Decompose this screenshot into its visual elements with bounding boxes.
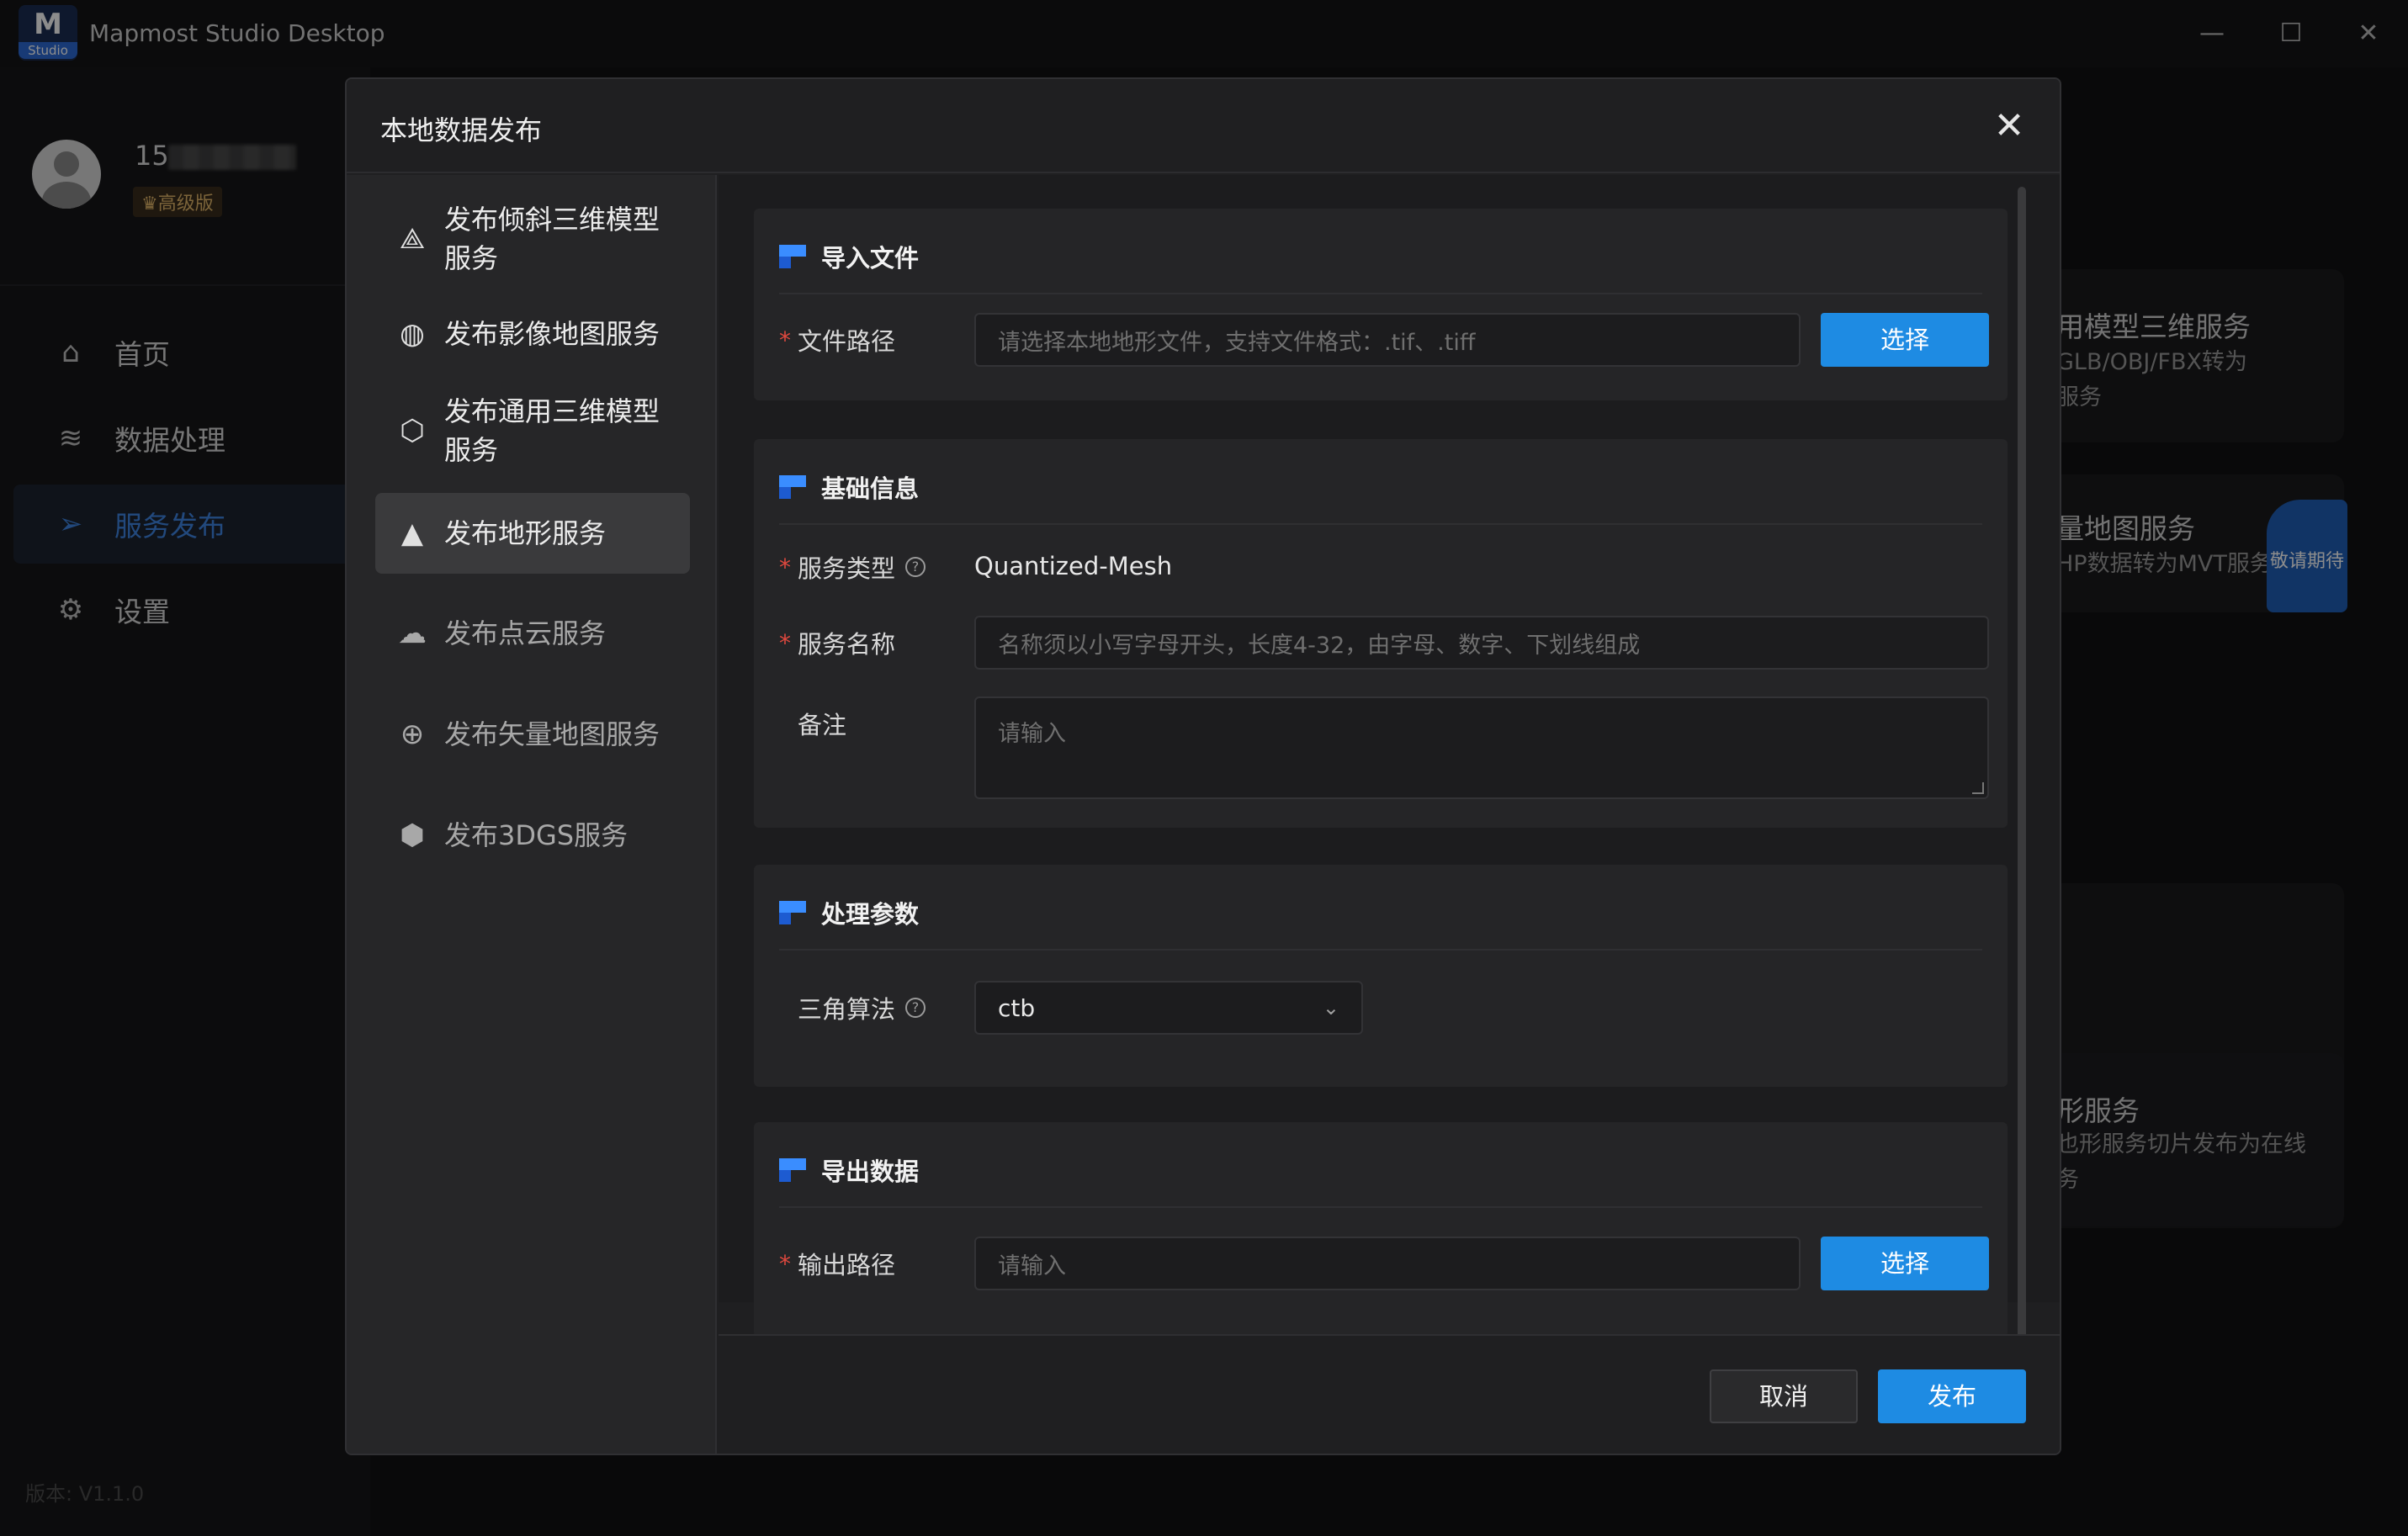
- field-label: 三角算法: [798, 995, 896, 1024]
- dialog-close-icon[interactable]: ✕: [1982, 99, 2036, 153]
- section-basic-info: 基础信息 * 服务类型 ? Quantized-Mesh * 服务名称 名称须以…: [754, 439, 2008, 828]
- section-divider: [779, 949, 1982, 951]
- service-type-list: ⟁ 发布倾斜三维模型服务 ◍ 发布影像地图服务 ⬡ 发布通用三维模型服务 ▲ 发…: [347, 175, 717, 1454]
- section-processing-params: 处理参数 三角算法 ? ctb ⌄: [754, 865, 2008, 1087]
- required-mark: *: [779, 628, 791, 657]
- cancel-button[interactable]: 取消: [1710, 1369, 1858, 1423]
- remark-textarea[interactable]: 请输入: [974, 696, 1989, 799]
- file-path-input[interactable]: 请选择本地地形文件，支持文件格式：.tif、.tiff: [974, 313, 1801, 367]
- section-import-file: 导入文件 * 文件路径 请选择本地地形文件，支持文件格式：.tif、.tiff …: [754, 209, 2008, 400]
- service-item-label: 发布影像地图服务: [444, 318, 660, 350]
- grid-globe-icon: ⊕: [400, 718, 425, 751]
- section-header: 导入文件: [779, 239, 919, 274]
- cube-icon: ⬡: [400, 414, 425, 448]
- section-header: 导出数据: [779, 1152, 919, 1188]
- service-name-input[interactable]: 名称须以小写字母开头，长度4-32，由字母、数字、下划线组成: [974, 616, 1989, 670]
- cloud-icon: ☁: [398, 617, 427, 650]
- field-label: 备注: [798, 711, 847, 739]
- globe-icon: ◍: [400, 317, 425, 351]
- chevron-down-icon: ⌄: [1322, 996, 1339, 1020]
- required-mark: *: [779, 326, 791, 354]
- service-item-label: 发布点云服务: [444, 617, 607, 649]
- output-path-input[interactable]: 请输入: [974, 1237, 1801, 1290]
- section-divider: [779, 293, 1982, 294]
- service-item-label: 发布3DGS服务: [444, 819, 629, 851]
- form-scrollbar[interactable]: [2018, 187, 2026, 1364]
- section-title: 导入文件: [821, 244, 920, 273]
- service-item-label: 发布通用三维模型服务: [444, 395, 660, 466]
- required-mark: *: [779, 553, 791, 581]
- service-item-point-cloud[interactable]: ☁ 发布点云服务: [375, 594, 690, 673]
- section-flag-icon: [779, 475, 806, 499]
- remark-placeholder: 请输入: [998, 721, 1066, 747]
- service-item-vector-map[interactable]: ⊕ 发布矢量地图服务: [375, 695, 690, 774]
- service-item-imagery-map[interactable]: ◍ 发布影像地图服务: [375, 294, 690, 373]
- help-icon[interactable]: ?: [905, 557, 926, 577]
- dialog-title: 本地数据发布: [380, 114, 543, 146]
- pyramid-icon: ⟁: [399, 222, 426, 256]
- file-path-label: * 文件路径: [779, 313, 895, 367]
- section-flag-icon: [779, 1158, 806, 1182]
- required-mark: *: [779, 1249, 791, 1278]
- field-label: 文件路径: [798, 327, 896, 356]
- service-type-value: Quantized-Mesh: [974, 552, 1173, 580]
- output-path-label: * 输出路径: [779, 1237, 895, 1290]
- service-name-label: * 服务名称: [779, 616, 895, 670]
- service-item-3dgs[interactable]: ⬢ 发布3DGS服务: [375, 796, 690, 875]
- publish-dialog: 本地数据发布 ✕ ⟁ 发布倾斜三维模型服务 ◍ 发布影像地图服务 ⬡ 发布通用三…: [345, 77, 2061, 1455]
- service-item-label: 发布矢量地图服务: [444, 718, 660, 750]
- service-item-label: 发布地形服务: [444, 517, 607, 549]
- section-title: 导出数据: [821, 1157, 920, 1186]
- field-label: 服务类型: [798, 554, 896, 583]
- section-title: 处理参数: [821, 900, 920, 929]
- section-flag-icon: [779, 901, 806, 924]
- algorithm-selected-value: ctb: [998, 993, 1036, 1022]
- dialog-header: 本地数据发布 ✕: [347, 79, 2060, 173]
- section-flag-icon: [779, 245, 806, 268]
- field-label: 输出路径: [798, 1251, 896, 1279]
- select-output-button[interactable]: 选择: [1821, 1237, 1989, 1290]
- field-label: 服务名称: [798, 630, 896, 659]
- algorithm-select[interactable]: ctb ⌄: [974, 981, 1363, 1035]
- algorithm-label: 三角算法 ?: [779, 981, 926, 1035]
- section-title: 基础信息: [821, 474, 920, 503]
- help-icon[interactable]: ?: [905, 998, 926, 1018]
- section-header: 处理参数: [779, 895, 919, 930]
- service-item-generic-model[interactable]: ⬡ 发布通用三维模型服务: [375, 385, 690, 476]
- service-item-oblique-model[interactable]: ⟁ 发布倾斜三维模型服务: [375, 195, 690, 283]
- dialog-footer: [719, 1336, 2060, 1454]
- section-divider: [779, 1206, 1982, 1208]
- remark-label: 备注: [779, 696, 846, 750]
- select-file-button[interactable]: 选择: [1821, 313, 1989, 367]
- service-type-label: * 服务类型 ?: [779, 547, 926, 587]
- section-header: 基础信息: [779, 469, 919, 505]
- hex-icon: ⬢: [400, 818, 425, 852]
- section-divider: [779, 523, 1982, 525]
- section-export-data: 导出数据 * 输出路径 请输入 选择: [754, 1122, 2008, 1337]
- resize-handle-icon[interactable]: [1972, 782, 1984, 794]
- service-item-terrain[interactable]: ▲ 发布地形服务: [375, 493, 690, 574]
- publish-button[interactable]: 发布: [1878, 1369, 2026, 1423]
- service-item-label: 发布倾斜三维模型服务: [444, 204, 660, 274]
- mountain-icon: ▲: [400, 516, 424, 550]
